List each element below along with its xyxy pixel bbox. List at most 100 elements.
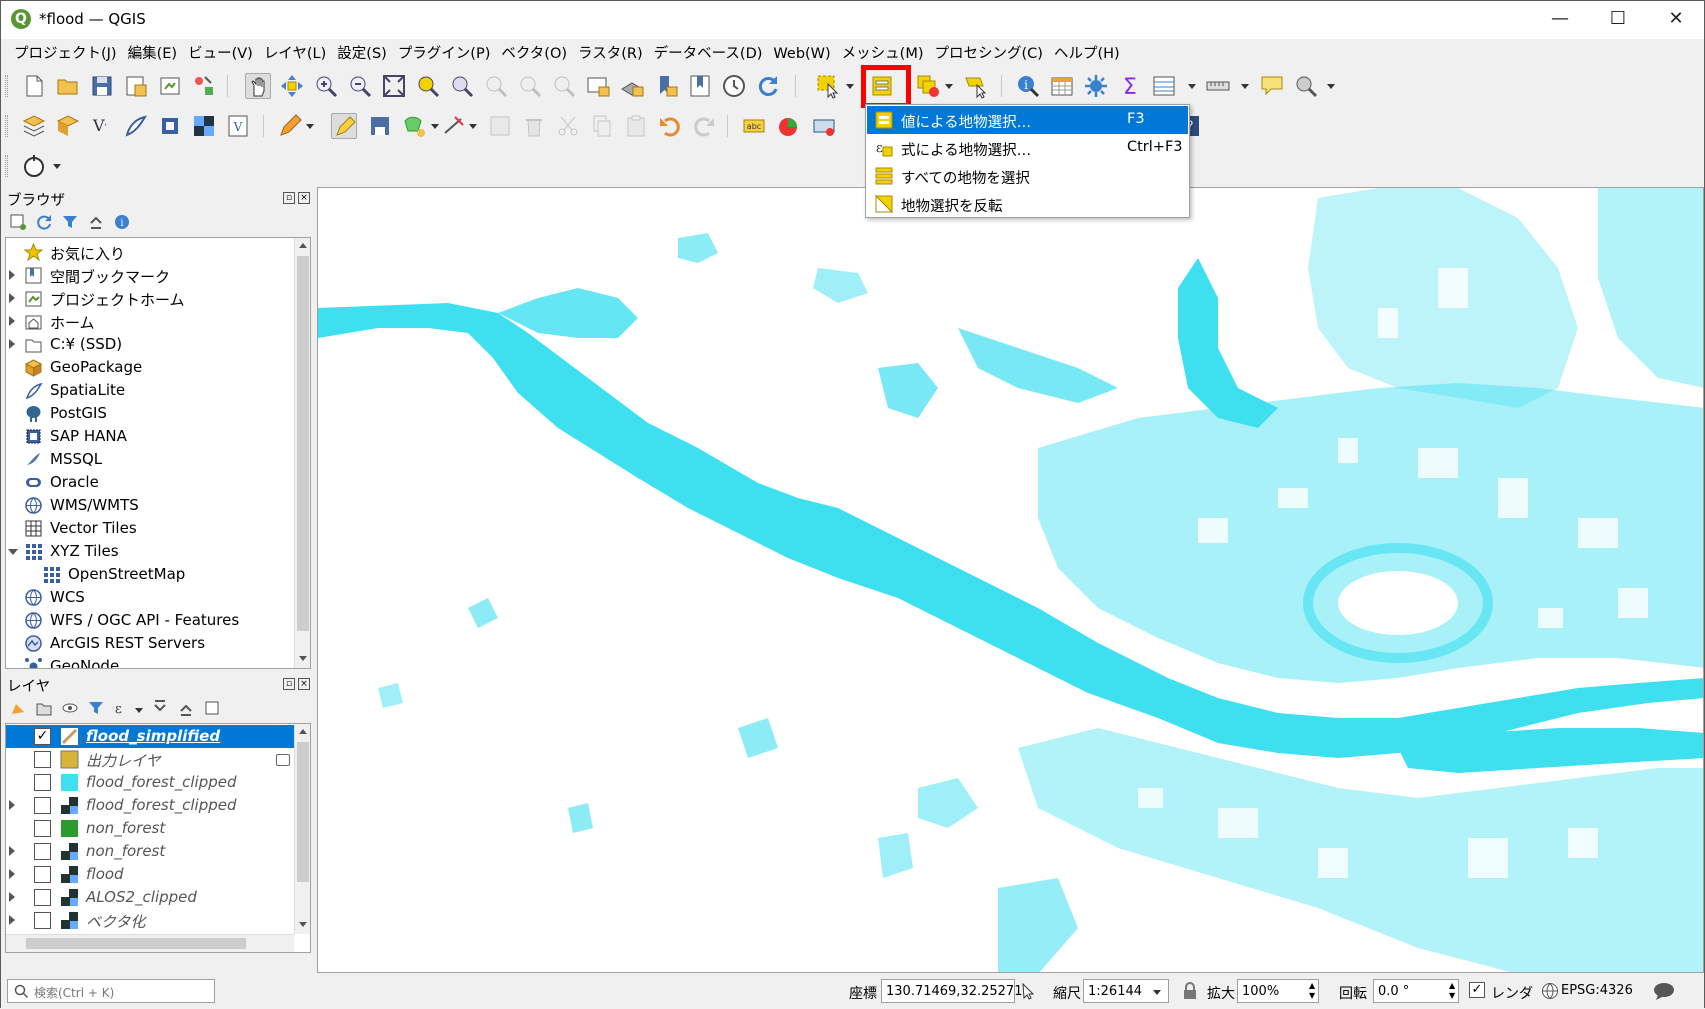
menu-item-select-all[interactable]: すべての地物を選択 [867,162,1188,190]
paste-features-icon[interactable] [623,113,649,139]
add-delimited-text-icon[interactable]: V, [89,113,115,139]
deselect-dropdown-arrow[interactable] [945,84,953,89]
browser-item-sap-hana[interactable]: SAP HANA [6,425,310,448]
expand-all-icon[interactable] [151,699,169,717]
copy-features-icon[interactable] [589,113,615,139]
layer-visibility-checkbox[interactable] [34,912,51,929]
collapse-all-icon[interactable] [177,699,195,717]
menu-plugins[interactable]: プラグイン(P) [392,39,496,65]
menu-processing[interactable]: プロセシング(C) [929,39,1048,65]
toggle-editing-icon[interactable] [331,113,357,139]
layer-visibility-checkbox[interactable] [34,797,51,814]
select-by-location-icon[interactable] [963,73,989,99]
minimize-button[interactable]: — [1531,1,1589,39]
maximize-button[interactable]: ☐ [1589,1,1647,39]
style-manager-icon[interactable] [191,73,217,99]
menu-database[interactable]: データベース(D) [648,39,768,65]
filter-dropdown-arrow[interactable] [135,708,143,713]
map-canvas[interactable] [317,187,1704,973]
filter-legend-icon[interactable] [87,699,105,717]
browser-item-spatialite[interactable]: SpatiaLite [6,379,310,402]
select-dropdown-arrow[interactable] [846,84,854,89]
vertex-tool-icon[interactable] [441,113,467,139]
menu-vector[interactable]: ベクタ(O) [495,39,572,65]
pin-labels-icon[interactable] [811,113,837,139]
crs-button[interactable]: EPSG:4326 [1561,983,1633,998]
current-edits-icon[interactable] [277,113,303,139]
expand-icon[interactable] [9,339,15,349]
open-field-calculator-icon[interactable] [1151,73,1177,99]
vertex-dropdown-arrow[interactable] [469,124,477,129]
collapse-icon[interactable] [8,549,18,555]
scrollbar-thumb[interactable] [26,938,246,949]
locator-search-icon[interactable] [1293,73,1319,99]
scroll-up-icon[interactable] [299,729,307,734]
layer-item[interactable]: non_forest [6,817,310,840]
measure-dropdown-arrow[interactable] [1241,84,1249,89]
save-edits-icon[interactable] [367,113,393,139]
zoom-full-icon[interactable] [381,73,407,99]
browser-item-xyz-tiles[interactable]: XYZ Tiles [6,540,310,563]
attribute-table-icon[interactable] [1049,73,1075,99]
layer-visibility-checkbox[interactable] [34,751,51,768]
timer-icon[interactable] [21,153,47,179]
layers-scrollbar[interactable] [294,724,310,934]
pan-hand-icon[interactable] [245,73,271,99]
layer-styling-icon[interactable] [9,699,27,717]
messages-icon[interactable] [1653,981,1675,1001]
layers-h-scrollbar[interactable] [6,934,294,952]
info-icon[interactable]: i [113,213,131,231]
menu-settings[interactable]: 設定(S) [331,39,392,65]
menu-item-select-by-value[interactable]: 値による地物選択… F3 [867,106,1188,134]
layer-visibility-checkbox[interactable]: ✓ [34,728,51,745]
data-source-manager-icon[interactable] [21,113,47,139]
zoom-to-layer-icon[interactable] [449,73,475,99]
toggle-extents-icon[interactable] [1019,982,1037,1000]
toolbar-grip[interactable] [5,115,8,137]
expand-icon[interactable] [9,316,15,326]
menu-item-select-by-expression[interactable]: ε 式による地物選択… Ctrl+F3 [867,134,1188,162]
zoom-next-icon[interactable] [551,73,577,99]
layer-visibility-checkbox[interactable] [34,889,51,906]
zoom-last-icon[interactable] [517,73,543,99]
cut-features-icon[interactable] [555,113,581,139]
identify-features-icon[interactable]: i [1015,73,1041,99]
expand-icon[interactable] [9,892,15,902]
statistics-summary-icon[interactable]: Σ [1117,73,1143,100]
rotation-spinner[interactable]: ▲ ▼ [1449,981,1455,1001]
browser-item-favorites[interactable]: お気に入り [6,241,310,264]
layer-item[interactable]: non_forest [6,840,310,863]
undo-icon[interactable] [657,113,683,139]
menu-mesh[interactable]: メッシュ(M) [836,39,929,65]
layer-item[interactable]: flood [6,863,310,886]
save-project-icon[interactable] [89,73,115,99]
coordinate-field[interactable]: 130.71469,32.25271 [881,979,1022,1003]
close-panel-icon[interactable]: × [298,678,310,690]
browser-item-wfs[interactable]: WFS / OGC API - Features [6,609,310,632]
scrollbar-thumb[interactable] [297,742,309,882]
expand-icon[interactable] [9,846,15,856]
browser-item-geopackage[interactable]: GeoPackage [6,356,310,379]
layer-visibility-checkbox[interactable] [34,774,51,791]
edits-dropdown-arrow[interactable] [306,124,314,129]
browser-item-drive[interactable]: C:¥ (SSD) [6,333,310,356]
menu-item-invert-selection[interactable]: 地物選択を反転 [867,190,1188,218]
browser-item-project-home[interactable]: プロジェクトホーム [6,287,310,310]
zoom-in-icon[interactable] [313,73,339,99]
float-panel-icon[interactable]: ▫ [283,678,295,690]
toolbar-grip[interactable] [5,75,8,97]
menu-raster[interactable]: ラスタ(R) [572,39,648,65]
collapse-all-icon[interactable] [87,213,105,231]
layer-visibility-checkbox[interactable] [34,866,51,883]
layer-item[interactable]: 出力レイヤ [6,748,310,771]
new-project-icon[interactable] [21,73,47,99]
menu-layer[interactable]: レイヤ(L) [258,39,331,65]
redo-icon[interactable] [691,113,717,139]
processing-toolbox-icon[interactable] [1083,73,1109,99]
menu-web[interactable]: Web(W) [767,43,835,69]
expand-icon[interactable] [9,270,15,280]
menu-help[interactable]: ヘルプ(H) [1048,39,1125,65]
add-raster-layer-icon[interactable] [191,113,217,139]
new-print-layout-icon[interactable] [157,73,183,99]
layer-item[interactable]: ALOS2_clipped [6,886,310,909]
